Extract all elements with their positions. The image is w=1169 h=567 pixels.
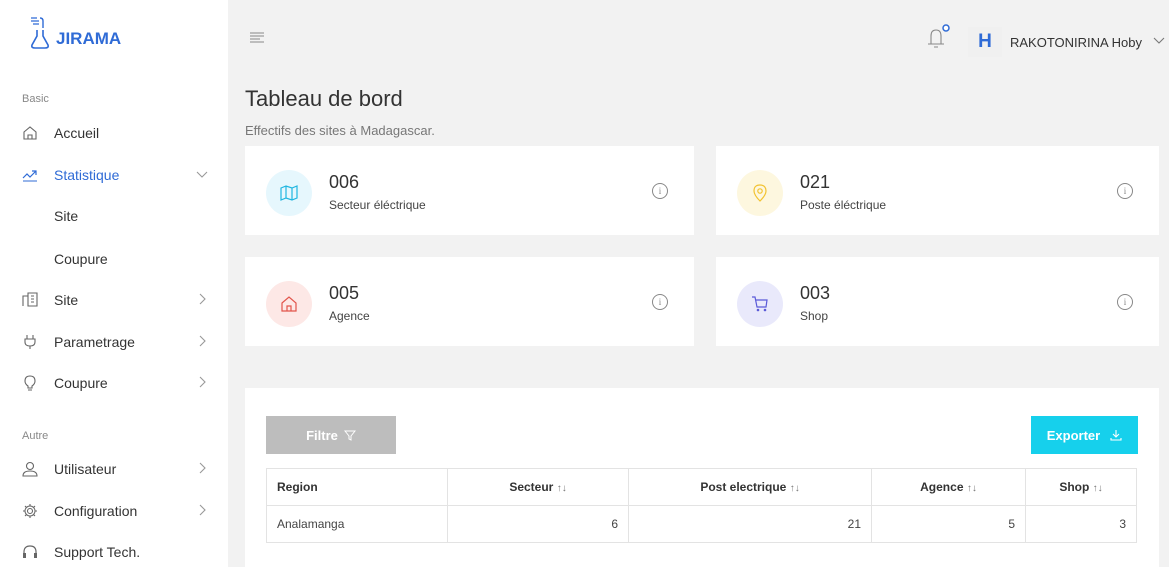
column-header-agence[interactable]: Agence ↑↓ [871, 468, 1026, 506]
download-icon [1110, 430, 1122, 441]
page-title: Tableau de bord [245, 86, 403, 111]
sort-icon[interactable]: ↑↓ [790, 483, 800, 494]
chevron-right-icon [199, 462, 206, 474]
page-subtitle: Effectifs des sites à Madagascar. [245, 123, 435, 138]
user-icon [22, 461, 38, 477]
jirama-logo-icon [31, 17, 49, 49]
stat-card-poste[interactable]: 021 Poste éléctrique i [716, 146, 1159, 235]
chevron-right-icon [199, 504, 206, 516]
topbar: H RAKOTONIRINA Hoby [228, 0, 1169, 80]
chevron-down-icon [196, 171, 208, 178]
home-icon [23, 126, 37, 140]
sort-icon[interactable]: ↑↓ [967, 483, 977, 494]
bulb-icon [24, 375, 36, 391]
location-pin-icon [753, 184, 767, 202]
sidebar-item-label: Accueil [54, 125, 100, 141]
sidebar-item-label: Site [54, 292, 79, 308]
filter-button[interactable]: Filtre [266, 416, 396, 454]
sidebar-item-parametrage[interactable]: Parametrage [0, 327, 228, 357]
avatar[interactable]: H [968, 27, 1002, 57]
sidebar-subitem-coupure[interactable]: Coupure [54, 251, 108, 267]
card-icon-circle [266, 281, 312, 327]
sidebar-item-label: Configuration [54, 503, 138, 519]
data-table: Region Secteur ↑↓ Post electrique ↑↓ Age… [266, 468, 1137, 543]
cell-shop: 3 [1025, 505, 1137, 543]
cell-post-electrique: 21 [628, 505, 872, 543]
chevron-right-icon [199, 376, 206, 388]
sort-icon[interactable]: ↑↓ [1093, 483, 1103, 494]
card-label: Shop [800, 309, 829, 323]
plug-icon [24, 335, 36, 349]
stat-card-secteur[interactable]: 006 Secteur éléctrique i [245, 146, 694, 235]
export-button-label: Exporter [1046, 427, 1101, 443]
sidebar-item-label: Coupure [54, 375, 108, 391]
info-icon[interactable]: i [1117, 183, 1133, 199]
building-icon [22, 292, 38, 307]
column-header-region[interactable]: Region [266, 468, 448, 506]
sidebar-item-configuration[interactable]: Configuration [0, 496, 228, 526]
chevron-right-icon [199, 335, 206, 347]
column-header-post-electrique[interactable]: Post electrique ↑↓ [628, 468, 872, 506]
sidebar-subitem-site[interactable]: Site [54, 208, 78, 224]
sidebar-item-label: Utilisateur [54, 461, 117, 477]
column-header-shop[interactable]: Shop ↑↓ [1025, 468, 1137, 506]
brand-name: JIRAMA [56, 29, 122, 48]
info-icon[interactable]: i [1117, 294, 1133, 310]
card-value: 003 [800, 283, 831, 303]
user-name[interactable]: RAKOTONIRINA Hoby [1010, 35, 1142, 50]
card-value: 021 [800, 172, 831, 192]
logo[interactable]: JIRAMA [28, 14, 121, 50]
stat-card-agence[interactable]: 005 Agence i [245, 257, 694, 346]
filter-icon [343, 430, 356, 441]
cell-region: Analamanga [266, 505, 448, 543]
table-header-row: Region Secteur ↑↓ Post electrique ↑↓ Age… [266, 468, 1137, 506]
sidebar-item-label: Support Tech. [54, 544, 141, 560]
cell-secteur: 6 [447, 505, 629, 543]
menu-toggle-icon[interactable] [250, 32, 264, 44]
card-icon-circle [737, 170, 783, 216]
card-icon-circle [266, 170, 312, 216]
section-label-autre: Autre [22, 430, 49, 442]
table-panel: Filtre Exporter Region Secteur ↑↓ Post e… [245, 388, 1159, 567]
home-icon [281, 296, 297, 312]
sidebar: JIRAMA Basic Accueil Statistique Site Co… [0, 0, 228, 567]
notification-bell-icon[interactable] [925, 24, 951, 50]
trend-icon [22, 170, 37, 182]
card-icon-circle [737, 281, 783, 327]
sidebar-item-site[interactable]: Site [0, 285, 228, 315]
cart-icon [752, 296, 768, 312]
info-icon[interactable]: i [652, 294, 668, 310]
map-icon [280, 185, 298, 201]
column-header-secteur[interactable]: Secteur ↑↓ [447, 468, 629, 506]
card-label: Secteur éléctrique [329, 198, 426, 212]
sidebar-item-accueil[interactable]: Accueil [0, 118, 228, 148]
chevron-right-icon [199, 293, 206, 305]
headset-icon [23, 545, 37, 558]
sidebar-item-support[interactable]: Support Tech. [0, 537, 228, 567]
chevron-down-icon[interactable] [1153, 36, 1165, 46]
sort-icon[interactable]: ↑↓ [557, 483, 567, 494]
export-button[interactable]: Exporter [1031, 416, 1138, 454]
sidebar-item-label: Parametrage [54, 334, 135, 350]
card-label: Agence [329, 309, 370, 323]
cell-agence: 5 [871, 505, 1026, 543]
filter-button-label: Filtre [306, 427, 338, 443]
table-row[interactable]: Analamanga 6 21 5 3 [266, 505, 1137, 543]
sidebar-item-coupure[interactable]: Coupure [0, 368, 228, 398]
card-value: 005 [329, 283, 360, 303]
card-label: Poste éléctrique [800, 198, 887, 212]
sidebar-item-label: Statistique [54, 167, 120, 183]
card-value: 006 [329, 172, 360, 192]
section-label-basic: Basic [22, 93, 49, 105]
gear-icon [23, 504, 37, 518]
sidebar-item-statistique[interactable]: Statistique [0, 160, 228, 190]
stat-card-shop[interactable]: 003 Shop i [716, 257, 1159, 346]
sidebar-item-utilisateur[interactable]: Utilisateur [0, 454, 228, 484]
info-icon[interactable]: i [652, 183, 668, 199]
